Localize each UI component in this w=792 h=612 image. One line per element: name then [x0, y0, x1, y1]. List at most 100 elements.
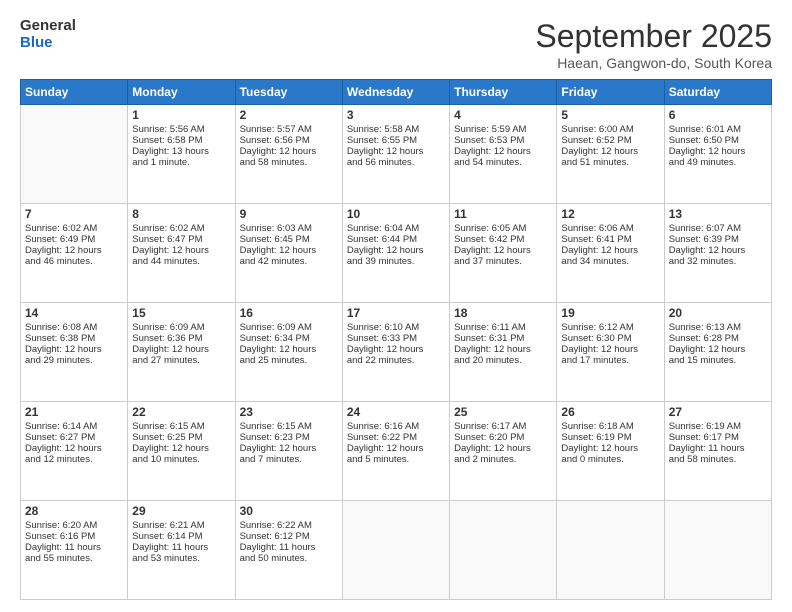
day-info-line: and 58 minutes.	[669, 454, 767, 465]
day-info-line: Daylight: 12 hours	[132, 443, 230, 454]
day-info-line: Daylight: 11 hours	[669, 443, 767, 454]
day-info-line: and 29 minutes.	[25, 355, 123, 366]
day-info-line: and 15 minutes.	[669, 355, 767, 366]
day-number: 29	[132, 504, 230, 518]
day-number: 3	[347, 108, 445, 122]
day-info-line: Daylight: 12 hours	[132, 344, 230, 355]
day-info-line: and 46 minutes.	[25, 256, 123, 267]
day-info-line: and 53 minutes.	[132, 553, 230, 564]
calendar-cell: 5Sunrise: 6:00 AMSunset: 6:52 PMDaylight…	[557, 105, 664, 204]
day-info-line: Sunrise: 6:07 AM	[669, 223, 767, 234]
page: General Blue General Blue September 2025…	[0, 0, 792, 612]
day-info-line: and 54 minutes.	[454, 157, 552, 168]
calendar-cell: 21Sunrise: 6:14 AMSunset: 6:27 PMDayligh…	[21, 402, 128, 501]
day-info-line: Sunrise: 5:57 AM	[240, 124, 338, 135]
calendar-cell: 7Sunrise: 6:02 AMSunset: 6:49 PMDaylight…	[21, 204, 128, 303]
day-info-line: Daylight: 11 hours	[240, 542, 338, 553]
day-info-line: and 42 minutes.	[240, 256, 338, 267]
calendar-cell: 27Sunrise: 6:19 AMSunset: 6:17 PMDayligh…	[664, 402, 771, 501]
day-info-line: and 10 minutes.	[132, 454, 230, 465]
day-info-line: Sunset: 6:25 PM	[132, 432, 230, 443]
day-info-line: Sunset: 6:49 PM	[25, 234, 123, 245]
day-info-line: Sunset: 6:27 PM	[25, 432, 123, 443]
day-info-line: and 27 minutes.	[132, 355, 230, 366]
calendar-cell: 12Sunrise: 6:06 AMSunset: 6:41 PMDayligh…	[557, 204, 664, 303]
day-info-line: and 32 minutes.	[669, 256, 767, 267]
day-info-line: and 58 minutes.	[240, 157, 338, 168]
day-info-line: Sunrise: 6:18 AM	[561, 421, 659, 432]
day-info-line: Daylight: 13 hours	[132, 146, 230, 157]
calendar-cell: 30Sunrise: 6:22 AMSunset: 6:12 PMDayligh…	[235, 501, 342, 600]
day-info-line: Sunset: 6:58 PM	[132, 135, 230, 146]
day-info-line: and 39 minutes.	[347, 256, 445, 267]
calendar-cell	[664, 501, 771, 600]
calendar-cell: 22Sunrise: 6:15 AMSunset: 6:25 PMDayligh…	[128, 402, 235, 501]
day-info-line: Sunset: 6:39 PM	[669, 234, 767, 245]
day-info-line: Daylight: 12 hours	[347, 344, 445, 355]
day-info-line: and 56 minutes.	[347, 157, 445, 168]
day-number: 26	[561, 405, 659, 419]
day-info-line: and 34 minutes.	[561, 256, 659, 267]
day-info-line: and 2 minutes.	[454, 454, 552, 465]
day-info-line: Sunset: 6:20 PM	[454, 432, 552, 443]
week-row-1: 1Sunrise: 5:56 AMSunset: 6:58 PMDaylight…	[21, 105, 772, 204]
day-info-line: Sunrise: 6:03 AM	[240, 223, 338, 234]
day-info-line: Daylight: 12 hours	[240, 344, 338, 355]
day-header-saturday: Saturday	[664, 80, 771, 105]
day-number: 18	[454, 306, 552, 320]
day-info-line: Sunset: 6:55 PM	[347, 135, 445, 146]
day-info-line: Daylight: 12 hours	[347, 245, 445, 256]
calendar-cell: 14Sunrise: 6:08 AMSunset: 6:38 PMDayligh…	[21, 303, 128, 402]
day-info-line: Sunrise: 6:22 AM	[240, 520, 338, 531]
day-info-line: and 17 minutes.	[561, 355, 659, 366]
day-info-line: Sunrise: 5:58 AM	[347, 124, 445, 135]
day-info-line: and 25 minutes.	[240, 355, 338, 366]
day-info-line: Daylight: 12 hours	[669, 146, 767, 157]
calendar-cell	[450, 501, 557, 600]
calendar-cell	[21, 105, 128, 204]
calendar-cell: 15Sunrise: 6:09 AMSunset: 6:36 PMDayligh…	[128, 303, 235, 402]
day-number: 12	[561, 207, 659, 221]
day-info-line: and 5 minutes.	[347, 454, 445, 465]
calendar-cell: 3Sunrise: 5:58 AMSunset: 6:55 PMDaylight…	[342, 105, 449, 204]
day-info-line: and 0 minutes.	[561, 454, 659, 465]
day-info-line: Sunrise: 6:12 AM	[561, 322, 659, 333]
day-info-line: Sunset: 6:41 PM	[561, 234, 659, 245]
title-block: September 2025 Haean, Gangwon-do, South …	[535, 18, 772, 71]
day-info-line: and 51 minutes.	[561, 157, 659, 168]
day-number: 21	[25, 405, 123, 419]
day-info-line: Sunset: 6:19 PM	[561, 432, 659, 443]
day-number: 4	[454, 108, 552, 122]
day-info-line: Daylight: 12 hours	[561, 344, 659, 355]
day-info-line: Sunset: 6:22 PM	[347, 432, 445, 443]
calendar-table: SundayMondayTuesdayWednesdayThursdayFrid…	[20, 79, 772, 600]
calendar-cell: 25Sunrise: 6:17 AMSunset: 6:20 PMDayligh…	[450, 402, 557, 501]
day-info-line: Sunrise: 6:09 AM	[240, 322, 338, 333]
calendar-cell: 1Sunrise: 5:56 AMSunset: 6:58 PMDaylight…	[128, 105, 235, 204]
day-info-line: Sunset: 6:34 PM	[240, 333, 338, 344]
calendar-cell: 11Sunrise: 6:05 AMSunset: 6:42 PMDayligh…	[450, 204, 557, 303]
day-info-line: Sunset: 6:45 PM	[240, 234, 338, 245]
day-info-line: Sunrise: 6:15 AM	[240, 421, 338, 432]
day-info-line: Daylight: 11 hours	[132, 542, 230, 553]
day-info-line: Daylight: 12 hours	[25, 344, 123, 355]
day-number: 14	[25, 306, 123, 320]
day-number: 20	[669, 306, 767, 320]
day-info-line: Sunset: 6:30 PM	[561, 333, 659, 344]
month-title: September 2025	[535, 18, 772, 55]
day-info-line: Daylight: 12 hours	[561, 245, 659, 256]
day-info-line: Daylight: 12 hours	[132, 245, 230, 256]
week-row-3: 14Sunrise: 6:08 AMSunset: 6:38 PMDayligh…	[21, 303, 772, 402]
day-info-line: Sunrise: 5:59 AM	[454, 124, 552, 135]
day-info-line: Sunset: 6:47 PM	[132, 234, 230, 245]
logo-text-line2: Blue	[20, 35, 76, 52]
day-number: 17	[347, 306, 445, 320]
day-number: 22	[132, 405, 230, 419]
day-info-line: Sunrise: 6:17 AM	[454, 421, 552, 432]
calendar-cell	[557, 501, 664, 600]
week-row-2: 7Sunrise: 6:02 AMSunset: 6:49 PMDaylight…	[21, 204, 772, 303]
day-info-line: Daylight: 12 hours	[454, 344, 552, 355]
calendar-cell: 24Sunrise: 6:16 AMSunset: 6:22 PMDayligh…	[342, 402, 449, 501]
day-number: 8	[132, 207, 230, 221]
day-info-line: and 55 minutes.	[25, 553, 123, 564]
